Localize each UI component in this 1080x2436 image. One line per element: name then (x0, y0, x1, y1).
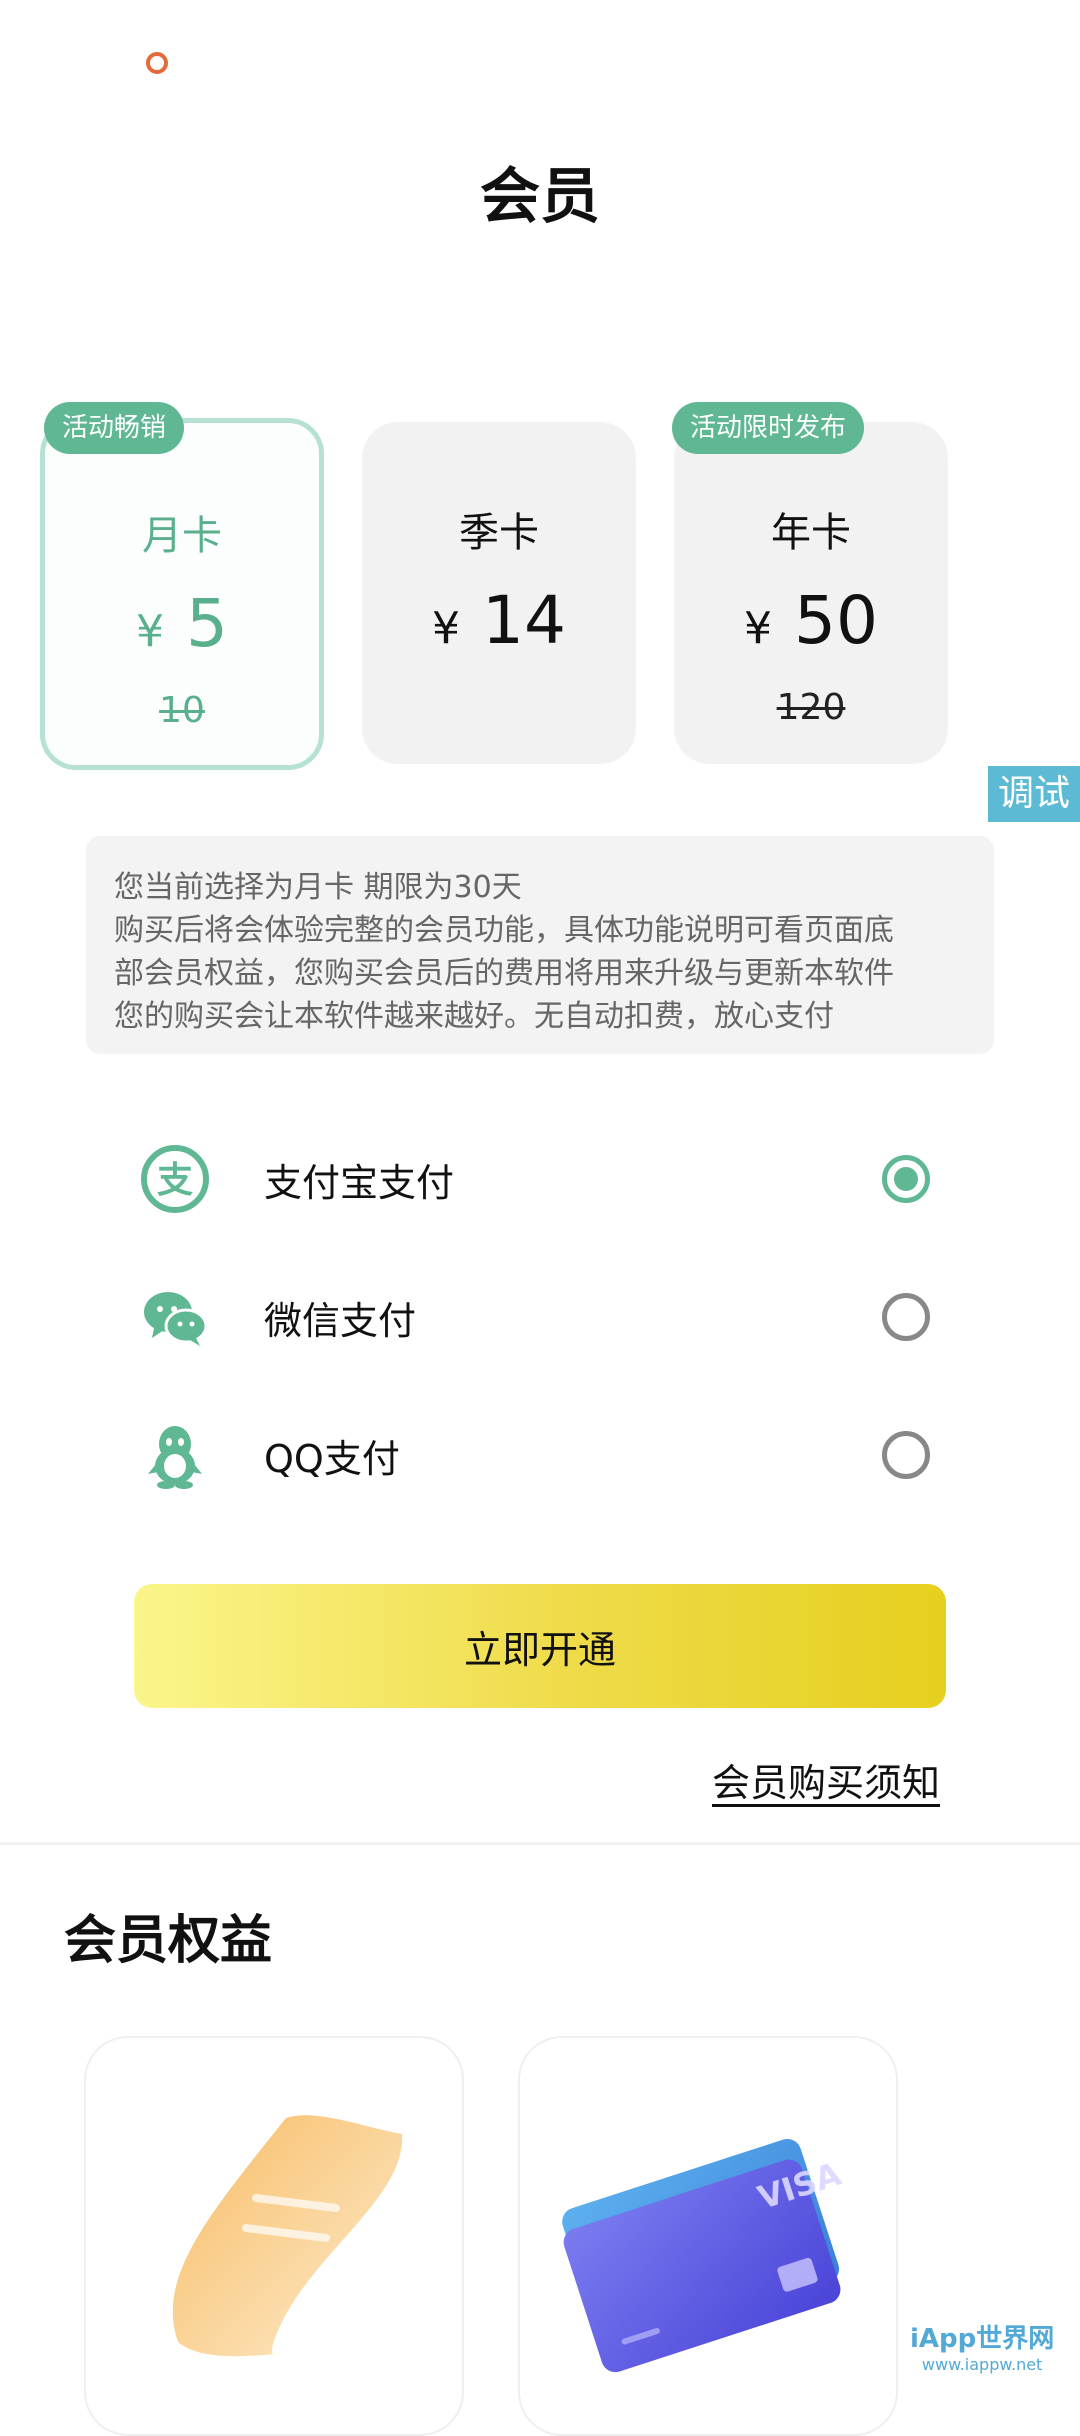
payment-radio-selected[interactable] (882, 1155, 930, 1203)
payment-option-wechat[interactable]: 微信支付 (140, 1272, 930, 1362)
payment-radio[interactable] (882, 1293, 930, 1341)
benefit-card[interactable] (84, 2036, 464, 2436)
wechat-icon (140, 1282, 210, 1352)
visa-card-icon: VISA (520, 2038, 896, 2434)
payment-option-alipay[interactable]: 支 支付宝支付 (140, 1134, 930, 1224)
currency-symbol: ¥ (432, 603, 460, 654)
currency-symbol: ¥ (136, 606, 164, 657)
watermark: iApp世界网 www.iappw.net (910, 2318, 1054, 2374)
payment-radio[interactable] (882, 1431, 930, 1479)
plan-price-value: 5 (186, 585, 228, 662)
purchase-notice-link[interactable]: 会员购买须知 (712, 1752, 940, 1807)
plan-name: 季卡 (459, 510, 539, 556)
payment-label: QQ支付 (264, 1436, 400, 1481)
description-line: 您当前选择为月卡 期限为30天 (114, 870, 522, 905)
debug-button[interactable]: 调试 (988, 766, 1080, 822)
plan-tag-monthly: 活动畅销 (44, 402, 185, 454)
subscribe-button[interactable]: 立即开通 (134, 1584, 946, 1708)
payment-option-qq[interactable]: QQ支付 (140, 1410, 930, 1500)
plan-name: 年卡 (771, 510, 851, 556)
currency-symbol: ¥ (744, 603, 772, 654)
plan-price: ¥ 5 (45, 585, 319, 662)
plan-card-monthly[interactable]: 月卡 ¥ 5 10 (40, 418, 324, 770)
status-indicator-icon (146, 52, 168, 74)
plan-price: ¥ 50 (674, 582, 948, 659)
payment-label: 微信支付 (264, 1298, 417, 1343)
watermark-url: www.iappw.net (921, 2355, 1043, 2374)
page-title: 会员 (480, 162, 600, 232)
plan-original-price: 10 (159, 690, 205, 731)
section-divider (0, 1842, 1080, 1845)
payment-label: 支付宝支付 (264, 1160, 455, 1205)
plan-original-price: 120 (776, 687, 846, 728)
scroll-icon (86, 2038, 462, 2434)
description-line: 部会员权益，您购买会员后的费用将用来升级与更新本软件 (114, 956, 894, 991)
plan-description: 您当前选择为月卡 期限为30天 购买后将会体验完整的会员功能，具体功能说明可看页… (86, 836, 994, 1054)
plan-card-yearly[interactable]: 年卡 ¥ 50 120 (674, 422, 948, 764)
benefits-title: 会员权益 (64, 1911, 273, 1971)
plan-price-value: 14 (482, 582, 566, 659)
watermark-title: iApp世界网 (910, 2324, 1055, 2354)
plan-card-quarterly[interactable]: 季卡 ¥ 14 (362, 422, 636, 764)
plan-name: 月卡 (142, 513, 222, 559)
plan-price-value: 50 (794, 582, 878, 659)
benefit-card[interactable]: VISA (518, 2036, 898, 2436)
description-line: 您的购买会让本软件越来越好。无自动扣费，放心支付 (114, 999, 834, 1034)
qq-icon (140, 1420, 210, 1490)
plan-tag-yearly: 活动限时发布 (672, 402, 865, 454)
svg-text:支: 支 (157, 1160, 193, 1201)
description-line: 购买后将会体验完整的会员功能，具体功能说明可看页面底 (114, 913, 894, 948)
alipay-icon: 支 (140, 1144, 210, 1214)
plan-price: ¥ 14 (362, 582, 636, 659)
